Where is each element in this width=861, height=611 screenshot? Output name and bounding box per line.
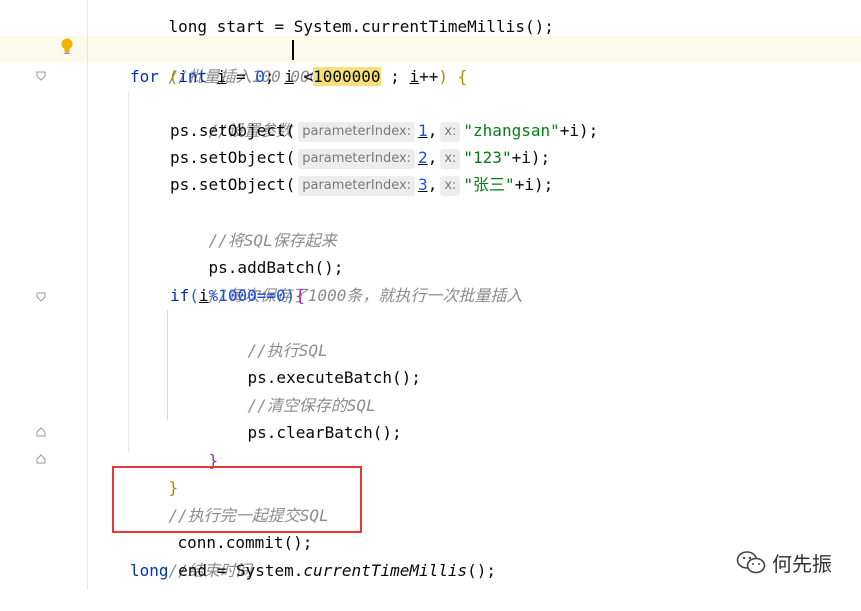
fold-end-icon[interactable]: [36, 427, 46, 437]
code-line: ps.clearBatch();: [247, 423, 402, 442]
code-line-current: //批量插入100 0000: [88, 36, 861, 86]
code-line-if: if(i%1000==0){: [170, 286, 305, 305]
code-line: ps.executeBatch();: [247, 368, 421, 387]
code-line: long start = System.currentTimeMillis();: [168, 17, 554, 36]
lightbulb-icon[interactable]: [60, 38, 74, 56]
code-line-for: for (int i = 0; i <1000000 ; i++) {: [130, 67, 468, 86]
text-cursor: [292, 40, 294, 60]
code-line: //执行SQL: [88, 310, 861, 360]
parameter-hint: x:: [440, 149, 461, 169]
wechat-icon: [736, 550, 766, 573]
code-line: //清空保存的SQL: [88, 365, 861, 415]
current-line-gutter-highlight: [0, 36, 88, 63]
parameter-hint: parameterIndex:: [298, 176, 416, 196]
parameter-hint: parameterIndex:: [298, 149, 416, 169]
code-line: ps.addBatch();: [208, 258, 344, 277]
editor-bottom-edge: [0, 590, 861, 600]
code-line: //每次保存了1000条，就执行一次批量插入: [88, 255, 861, 305]
annotation-highlight-box: [112, 466, 362, 533]
code-line-setobject: ps.setObject(parameterIndex: 2, x: "123"+i)…: [170, 148, 551, 169]
code-line-setobject: ps.setObject(parameterIndex: 1, x: "zhangsa…: [170, 121, 599, 142]
code-line-setobject: ps.setObject(parameterIndex: 3, x: "张三"+i);: [170, 175, 554, 196]
code-line: //设置参数: [88, 90, 861, 140]
parameter-hint: x:: [440, 176, 461, 196]
parameter-hint: x:: [440, 122, 461, 142]
parameter-hint: parameterIndex:: [298, 122, 416, 142]
fold-icon[interactable]: [36, 292, 46, 302]
fold-icon[interactable]: [36, 71, 46, 81]
watermark-text: 何先振: [772, 552, 832, 576]
code-line: }: [208, 451, 219, 470]
code-line: //将SQL保存起来: [88, 200, 861, 250]
fold-end-icon[interactable]: [36, 454, 46, 464]
search-highlight: 1000000: [313, 67, 381, 86]
watermark: 何先振: [736, 548, 832, 577]
